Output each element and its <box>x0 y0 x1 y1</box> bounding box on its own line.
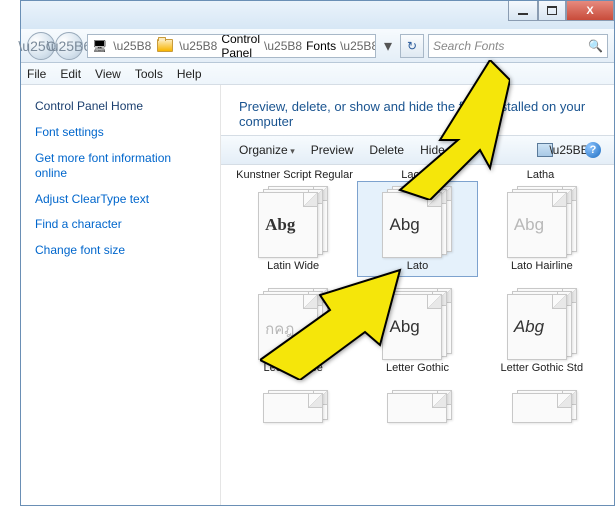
window: X \u25C0 \u25B6 🖥 \u25B8 \u25B8 All Cont… <box>20 0 615 506</box>
font-item[interactable]: AbgLetter Gothic <box>357 283 477 379</box>
font-item[interactable]: AbgLatin Wide <box>233 181 353 277</box>
chevron-icon: \u25B8 <box>336 39 376 53</box>
titlebar: X <box>21 1 614 29</box>
sidebar: Control Panel Home Font settings Get mor… <box>21 85 221 505</box>
refresh-button[interactable]: ↻ <box>400 34 424 58</box>
font-label: Latha <box>479 169 602 181</box>
font-label: Kunstner Script Regular <box>233 169 356 181</box>
menu-file[interactable]: File <box>27 67 46 81</box>
menu-view[interactable]: View <box>95 67 121 81</box>
maximize-button[interactable] <box>538 1 566 21</box>
sidebar-link-find-char[interactable]: Find a character <box>35 217 206 233</box>
menu-edit[interactable]: Edit <box>60 67 81 81</box>
hide-button[interactable]: Hide <box>412 143 453 157</box>
font-item[interactable]: AbgLato Hairline <box>482 181 602 277</box>
search-icon: 🔍 <box>588 39 603 53</box>
help-button[interactable]: ? <box>582 139 604 161</box>
font-item[interactable]: กคฎLeelawadee <box>233 283 353 379</box>
font-label: Lao UI <box>356 169 479 181</box>
minimize-button[interactable] <box>508 1 538 21</box>
search-placeholder: Search Fonts <box>433 39 504 53</box>
font-item[interactable]: AbgLetter Gothic Std <box>482 283 602 379</box>
forward-button[interactable]: \u25B6 <box>55 32 83 60</box>
menu-bar: File Edit View Tools Help <box>21 63 614 85</box>
address-bar: \u25C0 \u25B6 🖥 \u25B8 \u25B8 All Contro… <box>21 29 614 63</box>
chevron-icon: \u25B8 <box>175 39 221 53</box>
menu-tools[interactable]: Tools <box>135 67 163 81</box>
close-button[interactable]: X <box>566 1 614 21</box>
sidebar-link-font-info[interactable]: Get more font information online <box>35 151 206 182</box>
font-label: Letter Gothic Std <box>501 362 584 374</box>
font-item[interactable]: AbgLato <box>357 181 477 277</box>
organize-button[interactable]: Organize <box>231 143 303 157</box>
font-grid: AbgLatin WideAbgLatoAbgLato Hairline กคฎL… <box>233 181 602 425</box>
search-input[interactable]: Search Fonts 🔍 <box>428 34 608 58</box>
font-item[interactable] <box>482 385 602 425</box>
page-heading: Preview, delete, or show and hide the fo… <box>221 85 614 135</box>
font-label: Letter Gothic <box>386 362 449 374</box>
sidebar-link-font-settings[interactable]: Font settings <box>35 125 206 141</box>
breadcrumb-item[interactable]: All Control Panel Ite... <box>221 34 260 58</box>
view-dropdown-icon[interactable]: \u25BE <box>558 139 580 161</box>
font-label: Lato Hairline <box>511 260 573 272</box>
menu-help[interactable]: Help <box>177 67 202 81</box>
delete-button[interactable]: Delete <box>361 143 412 157</box>
chevron-icon: \u25B8 <box>260 39 306 53</box>
chevron-icon: \u25B8 <box>109 39 155 53</box>
sidebar-header[interactable]: Control Panel Home <box>35 99 206 113</box>
main-pane: Preview, delete, or show and hide the fo… <box>221 85 614 505</box>
font-label: Latin Wide <box>267 260 319 272</box>
sidebar-link-font-size[interactable]: Change font size <box>35 243 206 259</box>
breadcrumb[interactable]: 🖥 \u25B8 \u25B8 All Control Panel Ite...… <box>87 34 376 58</box>
folder-icon <box>157 37 173 55</box>
font-item[interactable] <box>233 385 353 425</box>
font-label: Lato <box>407 260 428 272</box>
sidebar-link-cleartype[interactable]: Adjust ClearType text <box>35 192 206 208</box>
font-label: Leelawadee <box>263 362 322 374</box>
history-dropdown[interactable]: ▾ <box>380 36 396 56</box>
computer-icon: 🖥 <box>92 37 107 55</box>
preview-button[interactable]: Preview <box>303 143 362 157</box>
font-item[interactable] <box>357 385 477 425</box>
toolbar: Organize Preview Delete Hide \u25BE ? <box>221 135 614 165</box>
breadcrumb-item[interactable]: Fonts <box>306 39 336 53</box>
